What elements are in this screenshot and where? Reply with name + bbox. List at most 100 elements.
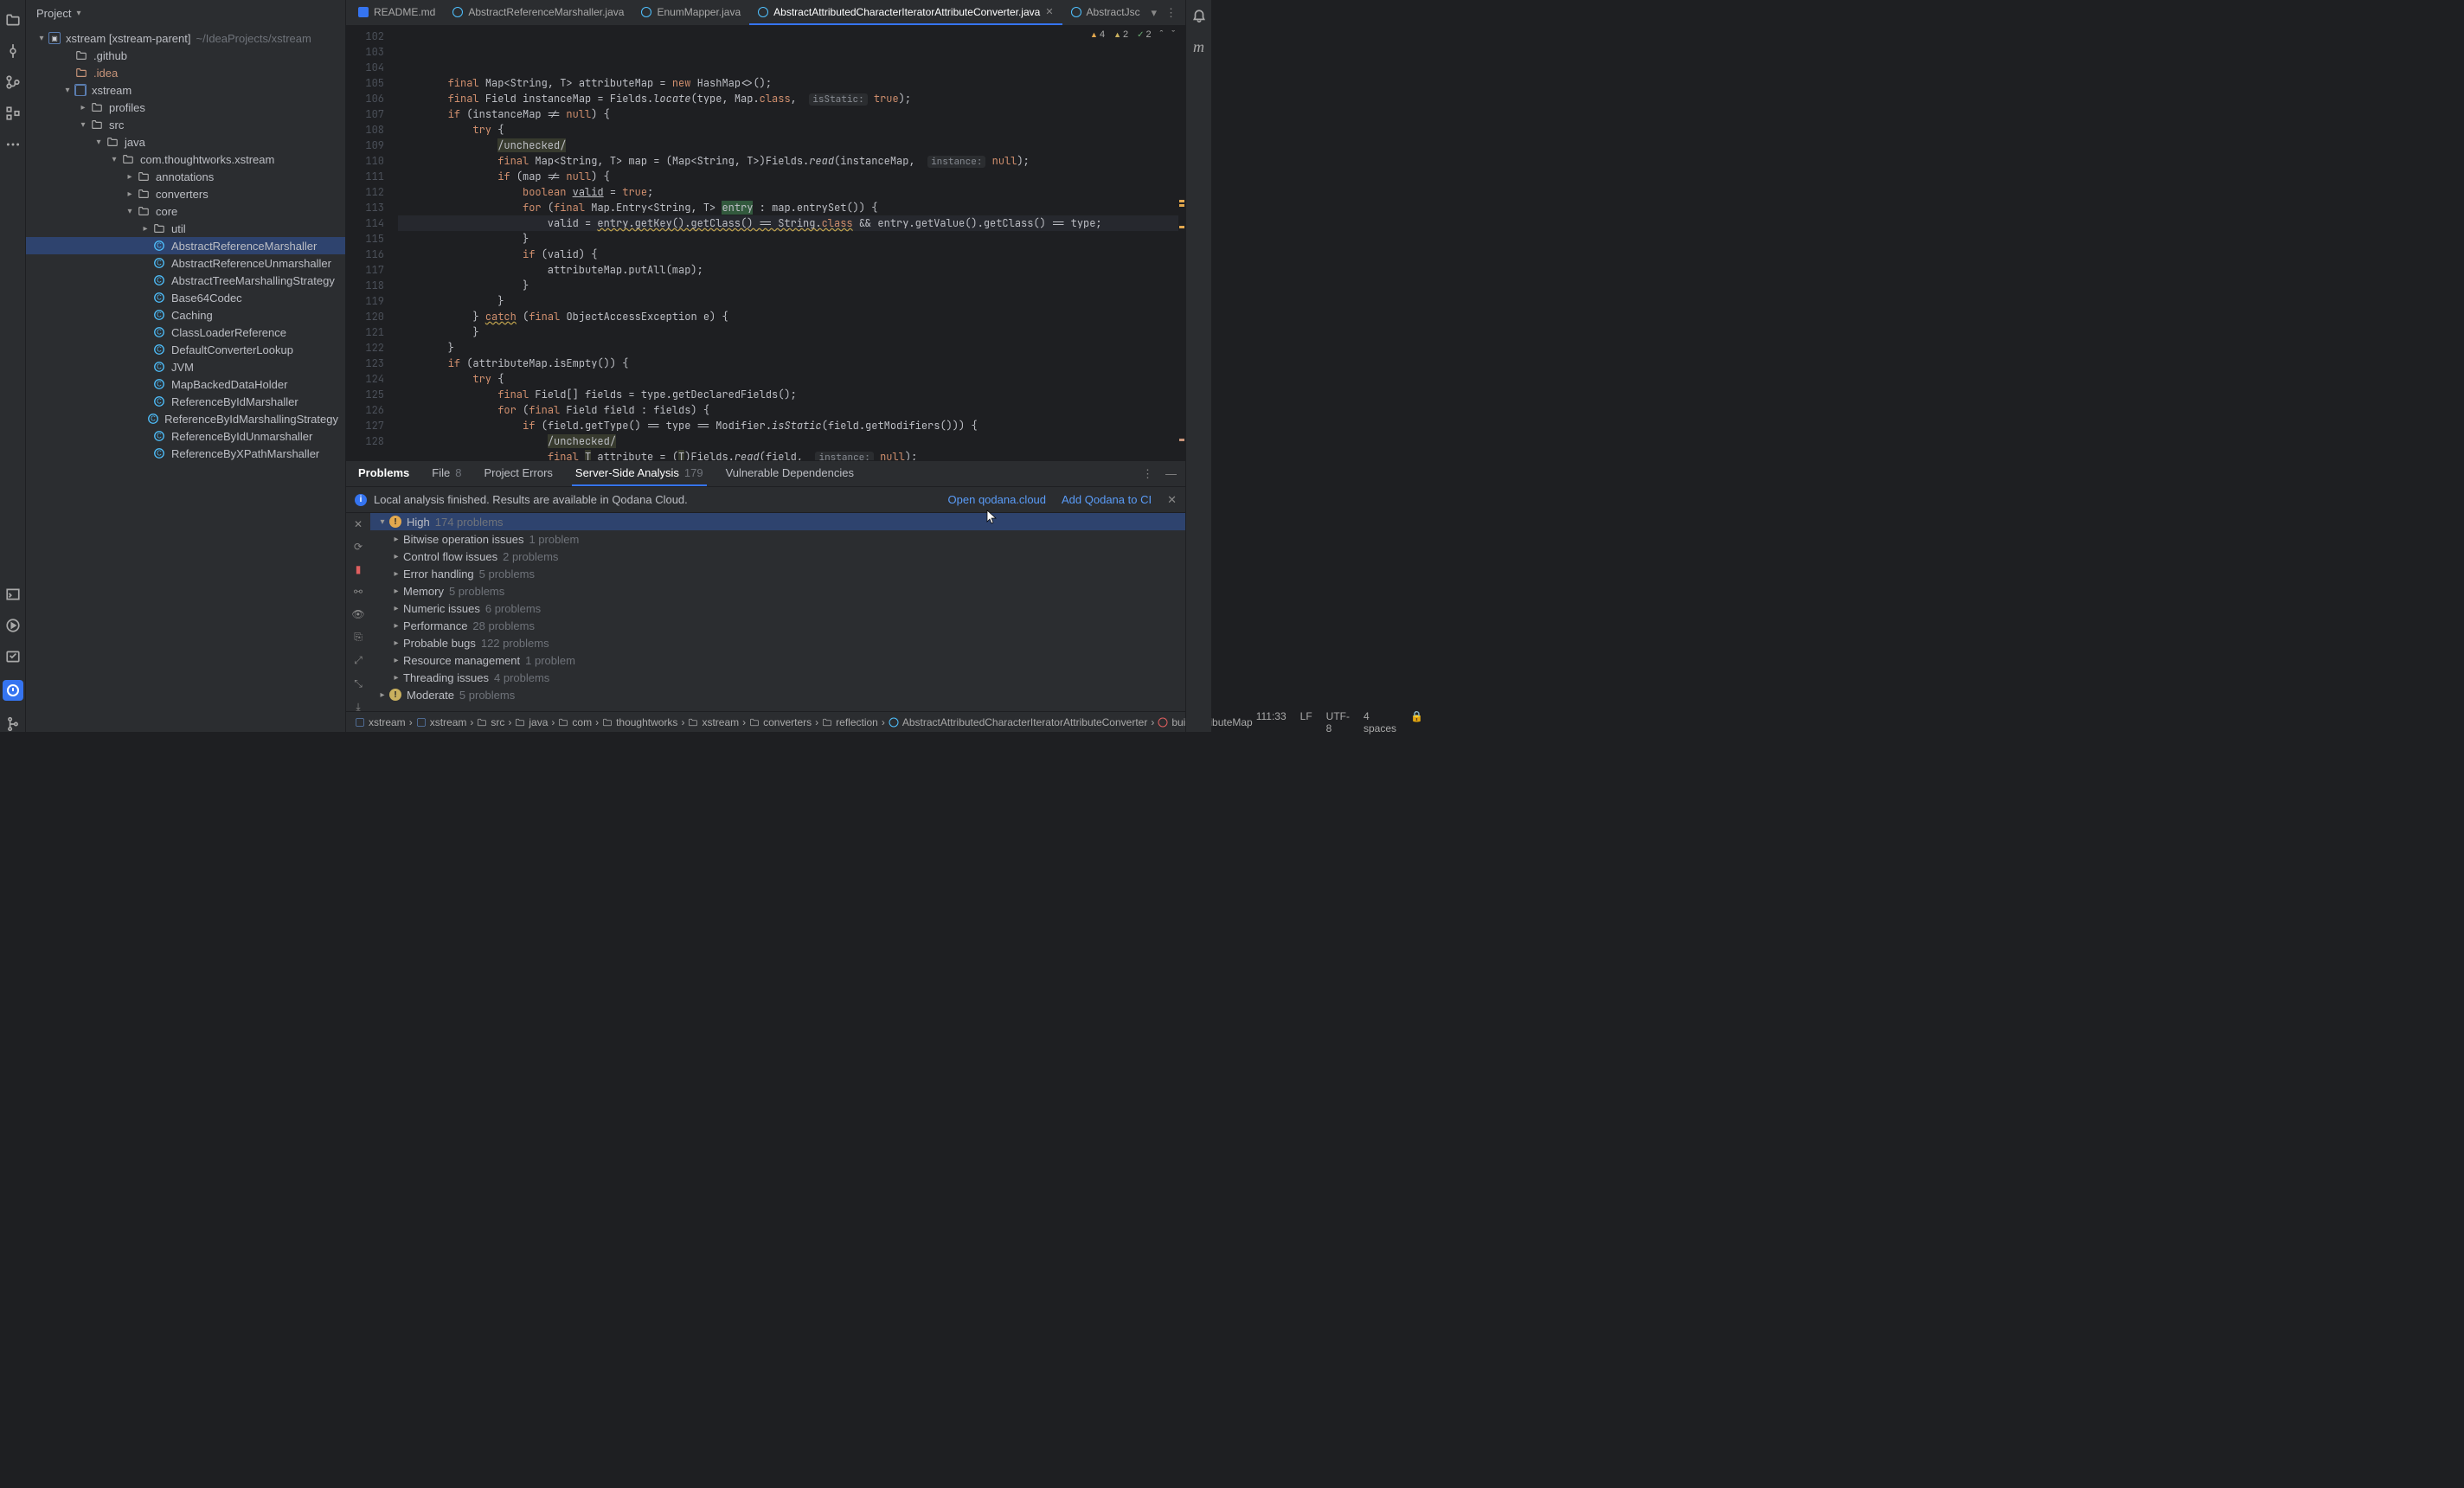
add-qodana-ci-link[interactable]: Add Qodana to CI xyxy=(1062,493,1152,507)
editor-tab[interactable]: AbstractReferenceMarshaller.java xyxy=(444,0,632,25)
panel-more-icon[interactable]: ⋮ xyxy=(1142,467,1153,481)
tree-item[interactable]: CAbstractTreeMarshallingStrategy xyxy=(26,272,345,289)
refresh-icon[interactable]: ⟳ xyxy=(351,541,365,553)
tree-item[interactable]: CReferenceByIdMarshaller xyxy=(26,393,345,410)
close-icon[interactable]: ✕ xyxy=(1045,6,1053,17)
terminal-tool-icon[interactable] xyxy=(5,587,21,602)
problem-group[interactable]: ▸Numeric issues6 problems xyxy=(370,600,1185,617)
problems-tab[interactable]: Project Errors xyxy=(480,461,555,486)
prev-highlight-icon[interactable]: ˆ xyxy=(1160,29,1164,40)
problem-group[interactable]: ▸!Moderate5 problems xyxy=(370,686,1185,703)
tree-item[interactable]: CAbstractReferenceUnmarshaller xyxy=(26,254,345,272)
problems-tab[interactable]: Vulnerable Dependencies xyxy=(722,461,857,486)
weak-warning-badge[interactable]: 2 xyxy=(1113,29,1128,40)
user-icon[interactable]: ▮ xyxy=(351,563,365,575)
tab-dropdown-icon[interactable]: ▾ xyxy=(1151,6,1157,20)
tree-item[interactable]: .github xyxy=(26,47,345,64)
filter-icon[interactable]: ⚯ xyxy=(351,586,365,598)
panel-minimize-icon[interactable]: — xyxy=(1165,467,1177,481)
close-icon[interactable]: ✕ xyxy=(1167,493,1177,507)
problem-group[interactable]: ▸Probable bugs122 problems xyxy=(370,634,1185,651)
breadcrumb-item[interactable]: converters xyxy=(749,716,812,728)
notifications-icon[interactable] xyxy=(1191,9,1207,24)
editor-tab[interactable]: AbstractJsc xyxy=(1062,0,1143,25)
tree-item[interactable]: ▸converters xyxy=(26,185,345,202)
maven-icon[interactable]: m xyxy=(1193,38,1204,56)
inspection-badges[interactable]: 4 2 2 ˆ ˇ xyxy=(1090,29,1175,40)
warning-badge[interactable]: 4 xyxy=(1090,29,1105,40)
tree-item[interactable]: ▸util xyxy=(26,220,345,237)
expand-icon[interactable]: ⤢ xyxy=(351,654,365,667)
editor-tab[interactable]: EnumMapper.java xyxy=(632,0,749,25)
editor-tab[interactable]: README.md xyxy=(350,0,444,25)
tree-item[interactable]: ▾core xyxy=(26,202,345,220)
problem-group[interactable]: ▸Resource management1 problem xyxy=(370,651,1185,669)
panel-header[interactable]: Project ▾ xyxy=(26,0,345,26)
problem-group[interactable]: ▾!High174 problems xyxy=(370,513,1185,530)
breadcrumb-item[interactable]: src xyxy=(477,716,504,728)
breadcrumb-item[interactable]: thoughtworks xyxy=(602,716,677,728)
breadcrumb-item[interactable]: reflection xyxy=(822,716,878,728)
tab-more-icon[interactable]: ⋮ xyxy=(1165,6,1177,20)
problem-group[interactable]: ▸Threading issues4 problems xyxy=(370,669,1185,686)
git-tool-icon[interactable] xyxy=(5,716,21,732)
close-analysis-icon[interactable]: ✕ xyxy=(351,518,365,530)
tree-path: ~/IdeaProjects/xstream xyxy=(196,32,311,45)
typo-badge[interactable]: 2 xyxy=(1137,29,1152,40)
breadcrumb-item[interactable]: xstream xyxy=(355,716,406,728)
problem-group[interactable]: ▸Bitwise operation issues1 problem xyxy=(370,530,1185,548)
line-ending[interactable]: LF xyxy=(1300,710,1312,734)
breadcrumb-item[interactable]: xstream xyxy=(416,716,467,728)
problems-tab[interactable]: Problems xyxy=(355,461,413,486)
export-icon[interactable]: ⤓ xyxy=(351,701,365,711)
tree-item[interactable]: ▾java xyxy=(26,133,345,151)
tree-item[interactable]: CReferenceByIdUnmarshaller xyxy=(26,427,345,445)
breadcrumb-item[interactable]: java xyxy=(515,716,548,728)
vcs-tool-icon[interactable] xyxy=(5,74,21,90)
problem-group[interactable]: ▸Performance28 problems xyxy=(370,617,1185,634)
tree-item[interactable]: CClassLoaderReference xyxy=(26,324,345,341)
tree-item[interactable]: CReferenceByXPathMarshaller xyxy=(26,445,345,462)
breadcrumb-item[interactable]: AbstractAttributedCharacterIteratorAttri… xyxy=(889,716,1147,728)
problem-group[interactable]: ▸Memory5 problems xyxy=(370,582,1185,600)
tree-item[interactable]: ▸annotations xyxy=(26,168,345,185)
project-tool-icon[interactable] xyxy=(5,12,21,28)
tree-item[interactable]: CDefaultConverterLookup xyxy=(26,341,345,358)
encoding[interactable]: UTF-8 xyxy=(1326,710,1350,734)
tree-item[interactable]: CJVM xyxy=(26,358,345,375)
breadcrumb-item[interactable]: com xyxy=(558,716,592,728)
tree-item[interactable]: CMapBackedDataHolder xyxy=(26,375,345,393)
copy-icon[interactable]: ⎘ xyxy=(351,631,365,644)
next-highlight-icon[interactable]: ˇ xyxy=(1171,29,1175,40)
tree-item[interactable]: .idea xyxy=(26,64,345,81)
tree-item[interactable]: ▾com.thoughtworks.xstream xyxy=(26,151,345,168)
indent[interactable]: 4 spaces xyxy=(1364,710,1396,734)
breadcrumb-item[interactable]: xstream xyxy=(688,716,739,728)
problem-group[interactable]: ▸Control flow issues2 problems xyxy=(370,548,1185,565)
build-tool-icon[interactable] xyxy=(5,649,21,664)
structure-tool-icon[interactable] xyxy=(5,106,21,121)
tree-item[interactable]: ▾xstream xyxy=(26,81,345,99)
tree-item[interactable]: ▾src xyxy=(26,116,345,133)
tree-item[interactable]: CAbstractReferenceMarshaller xyxy=(26,237,345,254)
open-qodana-link[interactable]: Open qodana.cloud xyxy=(948,493,1046,507)
tree-item[interactable]: ▸profiles xyxy=(26,99,345,116)
problems-tab[interactable]: File8 xyxy=(428,461,465,486)
eye-icon[interactable]: 👁 xyxy=(351,608,365,620)
problems-tool-icon[interactable] xyxy=(3,680,23,701)
error-stripe[interactable] xyxy=(1178,26,1185,460)
more-tools-icon[interactable] xyxy=(5,137,21,152)
problems-tab[interactable]: Server-Side Analysis179 xyxy=(572,461,707,486)
collapse-icon[interactable]: ⤡ xyxy=(351,677,365,690)
tree-item[interactable]: CReferenceByIdMarshallingStrategy xyxy=(26,410,345,427)
code-area[interactable]: 💡 final Map<String, T> attributeMap = ne… xyxy=(398,26,1185,460)
problem-group[interactable]: ▸Error handling5 problems xyxy=(370,565,1185,582)
cursor-position[interactable]: 111:33 xyxy=(1256,710,1287,734)
readonly-lock-icon[interactable]: 🔒 xyxy=(1410,710,1423,734)
tree-item[interactable]: CCaching xyxy=(26,306,345,324)
run-tool-icon[interactable] xyxy=(5,618,21,633)
tree-item[interactable]: CBase64Codec xyxy=(26,289,345,306)
tree-root[interactable]: ▾ ▣ xstream [xstream-parent] ~/IdeaProje… xyxy=(26,29,345,47)
commit-tool-icon[interactable] xyxy=(5,43,21,59)
editor-tab[interactable]: AbstractAttributedCharacterIteratorAttri… xyxy=(749,0,1062,25)
